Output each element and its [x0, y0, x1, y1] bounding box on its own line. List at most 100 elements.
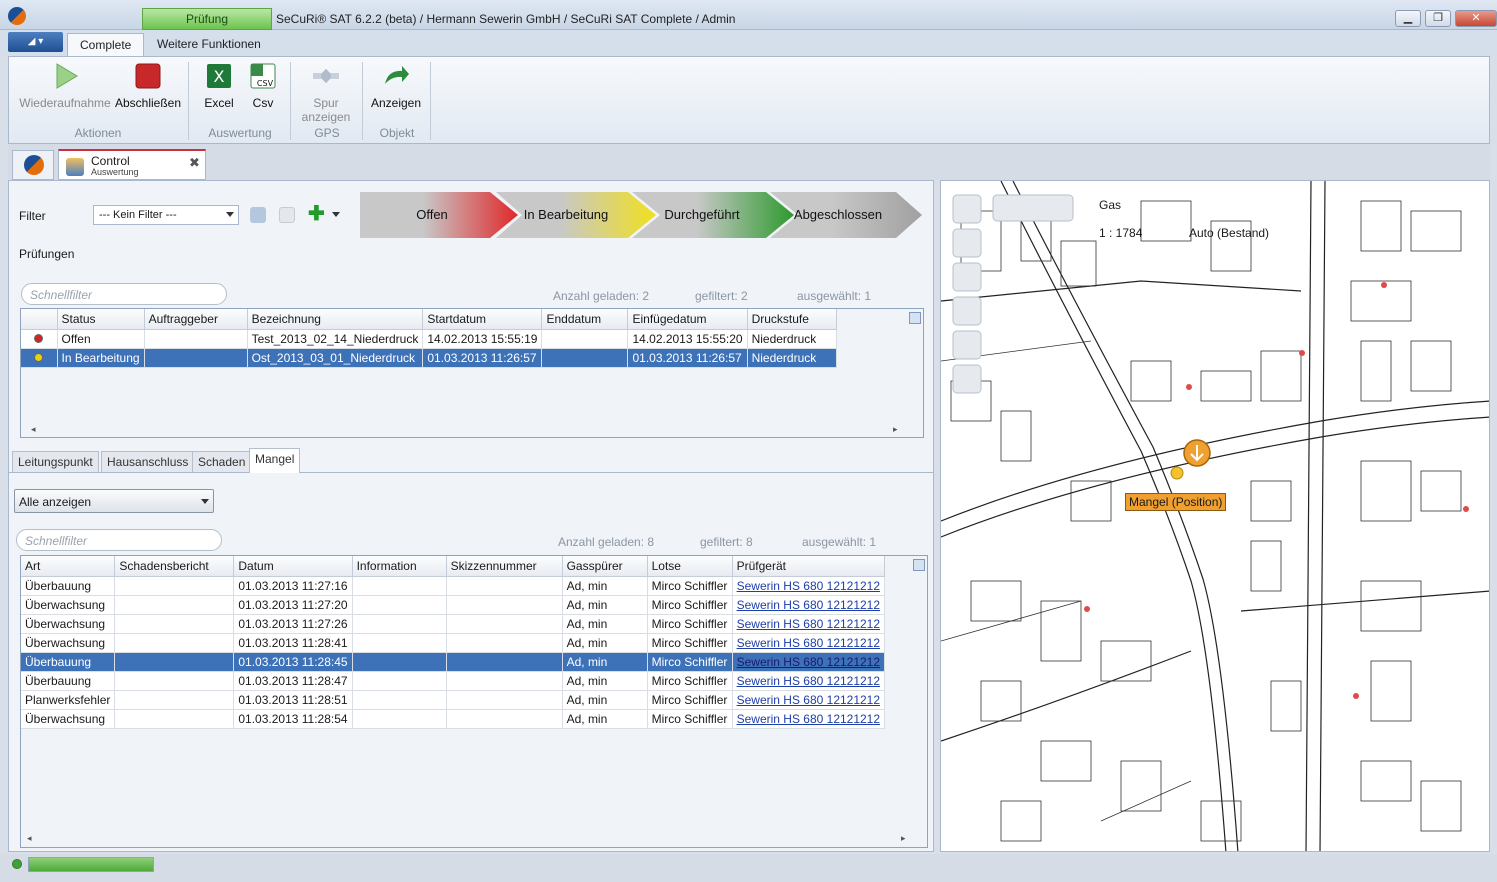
control-icon — [66, 158, 84, 176]
excel-button[interactable]: X Excel — [200, 62, 238, 110]
pruefgeraet-link[interactable]: Sewerin HS 680 12121212 — [737, 693, 880, 707]
scroll-left-icon[interactable]: ◂ — [31, 424, 36, 435]
table-row[interactable]: Überwachsung 01.03.2013 11:28:41 Ad, min Mi… — [21, 633, 886, 653]
workflow-label-bearbeitung[interactable]: In Bearbeitung — [496, 192, 636, 238]
cell-art: Überwachsung — [21, 595, 116, 615]
pruefgeraet-link[interactable]: Sewerin HS 680 12121212 — [737, 617, 880, 631]
map-view[interactable]: Gas 1 : 1784 Auto (Bestand) Mangel (Posi… — [940, 180, 1490, 852]
refresh-icon[interactable] — [250, 207, 266, 223]
column-header-auftraggeber[interactable]: Auftraggeber — [144, 309, 248, 330]
workflow-label-durchgefuehrt[interactable]: Durchgeführt — [632, 192, 772, 238]
table-row[interactable]: Überbauung 01.03.2013 11:27:16 Ad, min Mirc… — [21, 576, 886, 596]
mangel-quickfilter-input[interactable]: Schnellfilter — [16, 529, 222, 551]
workflow-label-abgeschlossen[interactable]: Abgeschlossen — [768, 192, 908, 238]
pruefgeraet-link[interactable]: Sewerin HS 680 12121212 — [737, 674, 880, 688]
table-row[interactable]: Offen Test_2013_02_14_Niederdruck 14.02.20… — [21, 329, 837, 349]
scroll-left-icon[interactable]: ◂ — [27, 833, 32, 844]
scroll-right-icon[interactable]: ▸ — [901, 833, 906, 844]
map-scale-label: 1 : 1784 — [1099, 226, 1143, 240]
table-row[interactable]: Planwerksfehler 01.03.2013 11:28:51 Ad, mi… — [21, 690, 886, 710]
cell-geraet: Sewerin HS 680 12121212 — [732, 614, 886, 634]
add-icon[interactable]: ✚ — [308, 204, 325, 224]
filter-select[interactable]: --- Kein Filter --- — [93, 205, 239, 225]
cell-datum: 01.03.2013 11:28:54 — [233, 709, 353, 729]
column-chooser-icon[interactable] — [909, 312, 921, 324]
column-header-information[interactable]: Information — [352, 556, 447, 577]
cell-skizze — [446, 690, 563, 710]
column-header-startdatum[interactable]: Startdatum — [422, 309, 543, 330]
column-header-indicator[interactable] — [21, 309, 58, 330]
cell-skizze — [446, 633, 563, 653]
column-header-pruefgeraet[interactable]: Prüfgerät — [732, 556, 886, 577]
column-header-gasspuerer[interactable]: Gasspürer — [562, 556, 648, 577]
pruefungen-count-selected: ausgewählt: 1 — [797, 289, 872, 303]
wiederaufnahme-button[interactable]: Wiederaufnahme — [18, 62, 112, 110]
progress-fill — [29, 858, 153, 871]
pruefungen-quickfilter-input[interactable]: Schnellfilter — [21, 283, 227, 305]
table-row[interactable]: Überwachsung 01.03.2013 11:27:20 Ad, min Mi… — [21, 595, 886, 615]
chevron-down-icon — [226, 212, 234, 217]
cell-art: Überwachsung — [21, 633, 116, 653]
cell-ende — [541, 329, 629, 349]
close-window-button[interactable]: ✕ — [1455, 10, 1497, 27]
subtab-leitungspunkt[interactable]: Leitungspunkt — [12, 451, 99, 472]
table-row[interactable]: In Bearbeitung Ost_2013_03_01_Niederdruck… — [21, 348, 837, 368]
copy-icon[interactable] — [279, 207, 295, 223]
abschliessen-button[interactable]: Abschließen — [114, 62, 182, 110]
anzeigen-button[interactable]: Anzeigen — [368, 62, 424, 110]
spur-anzeigen-button[interactable]: Spur anzeigen — [298, 62, 354, 124]
column-header-datum[interactable]: Datum — [233, 556, 353, 577]
cell-art: Überwachsung — [21, 709, 116, 729]
scroll-right-icon[interactable]: ▸ — [893, 424, 898, 435]
cell-info — [352, 595, 447, 615]
tab-weitere-funktionen[interactable]: Weitere Funktionen — [145, 33, 273, 57]
close-tab-icon[interactable]: ✖ — [189, 155, 200, 171]
subtab-mangel[interactable]: Mangel — [249, 448, 301, 473]
table-row[interactable]: Überbauung 01.03.2013 11:28:45 Ad, min Mirc… — [21, 652, 886, 672]
group-label-gps: GPS — [314, 126, 340, 140]
pruefungen-table: Status Auftraggeber Bezeichnung Startdat… — [21, 309, 837, 368]
context-tab-pruefung[interactable]: Prüfung — [142, 8, 272, 30]
map-marker-label[interactable]: Mangel (Position) — [1125, 493, 1227, 511]
cell-auftraggeber — [144, 348, 248, 368]
column-header-status[interactable]: Status — [57, 309, 145, 330]
column-chooser-icon[interactable] — [913, 559, 925, 571]
subtab-schaden[interactable]: Schaden — [192, 451, 252, 472]
table-row[interactable]: Überbauung 01.03.2013 11:28:47 Ad, min Mirc… — [21, 671, 886, 691]
cell-gas: Ad, min — [562, 690, 648, 710]
cell-bericht — [114, 614, 235, 634]
pruefgeraet-link[interactable]: Sewerin HS 680 12121212 — [737, 636, 880, 650]
application-menu-button[interactable]: ◢ ▾ — [8, 32, 63, 52]
cell-gas: Ad, min — [562, 633, 648, 653]
column-header-lotse[interactable]: Lotse — [647, 556, 733, 577]
add-dropdown-icon[interactable] — [332, 212, 340, 217]
cell-druck: Niederdruck — [747, 329, 837, 349]
column-header-enddatum[interactable]: Enddatum — [541, 309, 629, 330]
workflow-label-offen[interactable]: Offen — [362, 192, 502, 238]
column-header-einfuegedatum[interactable]: Einfügedatum — [627, 309, 748, 330]
table-row[interactable]: Überwachsung 01.03.2013 11:27:26 Ad, min Mi… — [21, 614, 886, 634]
cell-bericht — [114, 671, 235, 691]
svg-text:X: X — [214, 67, 225, 86]
csv-button[interactable]: CSV Csv — [246, 62, 280, 110]
pruefgeraet-link[interactable]: Sewerin HS 680 12121212 — [737, 712, 880, 726]
column-header-art[interactable]: Art — [21, 556, 116, 577]
group-label-auswertung: Auswertung — [208, 126, 272, 140]
column-header-druckstufe[interactable]: Druckstufe — [747, 309, 837, 330]
map-drawing[interactable] — [941, 181, 1490, 852]
mangel-filter-select[interactable]: Alle anzeigen — [14, 489, 214, 513]
cell-datum: 01.03.2013 11:28:45 — [233, 652, 353, 672]
cell-bericht — [114, 633, 235, 653]
pruefgeraet-link[interactable]: Sewerin HS 680 12121212 — [737, 598, 880, 612]
tab-complete[interactable]: Complete — [67, 33, 145, 57]
subtab-hausanschluss[interactable]: Hausanschluss — [101, 451, 195, 472]
pruefgeraet-link[interactable]: Sewerin HS 680 12121212 — [737, 655, 880, 669]
maximize-button[interactable]: ❐ — [1425, 10, 1451, 27]
minimize-button[interactable]: ▁ — [1395, 10, 1421, 27]
pruefgeraet-link[interactable]: Sewerin HS 680 12121212 — [737, 579, 880, 593]
cell-skizze — [446, 709, 563, 729]
column-header-schadensbericht[interactable]: Schadensbericht — [114, 556, 235, 577]
column-header-skizzennummer[interactable]: Skizzennummer — [446, 556, 563, 577]
table-row[interactable]: Überwachsung 01.03.2013 11:28:54 Ad, min Mi… — [21, 709, 886, 729]
column-header-bezeichnung[interactable]: Bezeichnung — [247, 309, 424, 330]
